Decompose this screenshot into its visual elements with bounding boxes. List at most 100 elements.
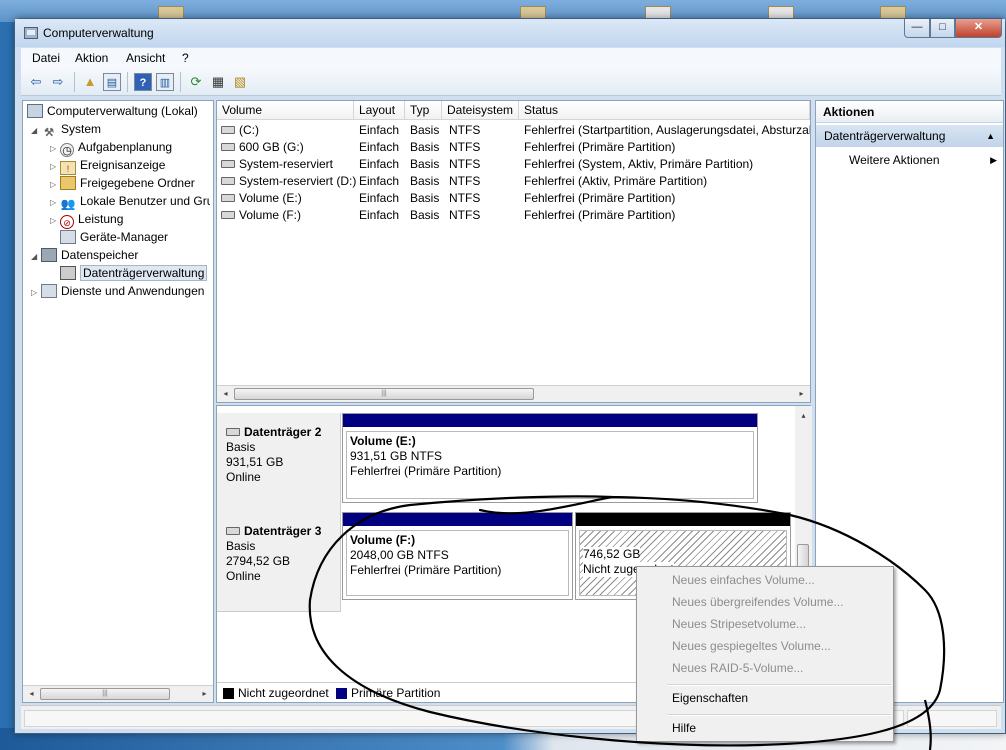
menu-help[interactable]: ? <box>182 51 189 65</box>
disk-icon <box>226 428 240 436</box>
table-row[interactable]: System-reserviert Einfach Basis NTFS Feh… <box>217 156 810 173</box>
tree-item-datenspeicher[interactable]: ◢ Datenspeicher <box>31 246 138 264</box>
scroll-right-icon[interactable]: ▸ <box>793 386 810 402</box>
tree-item-freigegebene-ordner[interactable]: ▷ Freigegebene Ordner <box>50 174 195 192</box>
menu-item-neues-einfaches-volume[interactable]: Neues einfaches Volume... <box>639 569 891 591</box>
tree-item-dienste[interactable]: ▷ Dienste und Anwendungen <box>31 282 211 300</box>
disk-info-datentraeger-2[interactable]: Datenträger 2 Basis 931,51 GB Online <box>217 413 341 513</box>
table-row[interactable]: 600 GB (G:) Einfach Basis NTFS Fehlerfre… <box>217 139 810 156</box>
properties-icon[interactable]: ▦ <box>209 73 227 91</box>
help-icon[interactable]: ? <box>134 73 152 91</box>
menu-separator <box>667 684 891 686</box>
column-header-dateisystem[interactable]: Dateisystem <box>442 101 519 120</box>
collapse-icon[interactable]: ◢ <box>31 122 41 140</box>
column-header-typ[interactable]: Typ <box>405 101 442 120</box>
title-bar[interactable]: Computerverwaltung — □ ✕ <box>15 19 1005 47</box>
column-header-status[interactable]: Status <box>519 101 810 120</box>
tree-item-leistung[interactable]: ▷ ⊘ Leistung <box>50 210 123 229</box>
tree-item-system[interactable]: ◢ ⚒ System <box>31 120 101 140</box>
tree-item-lokale-benutzer[interactable]: ▷👥Lokale Benutzer und Gruppen <box>50 192 210 210</box>
tree-item-geraete-manager[interactable]: Geräte-Manager <box>50 228 168 246</box>
menu-item-hilfe[interactable]: Hilfe <box>639 717 891 739</box>
refresh-icon[interactable]: ⟳ <box>187 73 205 91</box>
scroll-right-icon[interactable]: ▸ <box>196 686 213 702</box>
volume-list-horizontal-scrollbar[interactable]: ◂ ||| ▸ <box>217 385 810 402</box>
forward-arrow-icon[interactable]: ⇨ <box>49 73 67 91</box>
actions-section-datentraegerverwaltung[interactable]: Datenträgerverwaltung ▲ <box>816 125 1003 147</box>
scrollbar-thumb[interactable]: ||| <box>40 688 170 700</box>
legend-swatch-unallocated <box>223 688 234 699</box>
event-viewer-icon: ! <box>60 161 76 175</box>
collapse-icon[interactable]: ◢ <box>31 248 41 266</box>
show-hide-action-pane-icon[interactable]: ▥ <box>156 73 174 91</box>
menu-bar: Datei Aktion Ansicht ? <box>21 48 1001 68</box>
disk-info-datentraeger-3[interactable]: Datenträger 3 Basis 2794,52 GB Online <box>217 512 341 612</box>
tree-item-computerverwaltung[interactable]: Computerverwaltung (Lokal) <box>27 102 198 120</box>
primary-partition-bar <box>343 513 572 526</box>
legend-label-unallocated: Nicht zugeordnet <box>238 686 329 700</box>
minimize-button[interactable]: — <box>904 19 930 38</box>
tree-horizontal-scrollbar[interactable]: ◂ ||| ▸ <box>23 685 213 702</box>
menu-ansicht[interactable]: Ansicht <box>126 51 165 65</box>
toolbar-separator <box>127 72 128 92</box>
disk-row-datentraeger-2: Datenträger 2 Basis 931,51 GB Online Vol… <box>217 413 794 513</box>
disk-management-icon <box>60 266 76 280</box>
back-arrow-icon[interactable]: ⇦ <box>27 73 45 91</box>
close-button[interactable]: ✕ <box>955 19 1002 38</box>
column-header-volume[interactable]: Volume <box>217 101 354 120</box>
legend-label-primary: Primäre Partition <box>351 686 441 700</box>
drive-icon <box>221 177 235 185</box>
maximize-button[interactable]: □ <box>930 19 955 38</box>
services-icon <box>41 284 57 298</box>
device-manager-icon <box>60 230 76 244</box>
menu-item-eigenschaften[interactable]: Eigenschaften <box>639 687 891 709</box>
unallocated-bar <box>576 513 790 526</box>
table-row[interactable]: Volume (F:) Einfach Basis NTFS Fehlerfre… <box>217 207 810 224</box>
menu-item-neues-gespiegeltes-volume[interactable]: Neues gespiegeltes Volume... <box>639 635 891 657</box>
submenu-arrow-icon: ▶ <box>990 155 997 165</box>
column-header-layout[interactable]: Layout <box>354 101 405 120</box>
volume-list: Volume Layout Typ Dateisystem Status (C:… <box>216 100 811 403</box>
storage-icon <box>41 248 57 262</box>
menu-item-neues-raid5-volume[interactable]: Neues RAID-5-Volume... <box>639 657 891 679</box>
partition-volume-e[interactable]: Volume (E:) 931,51 GB NTFS Fehlerfrei (P… <box>342 413 758 503</box>
task-scheduler-icon: ◷ <box>60 143 74 157</box>
scrollbar-thumb[interactable]: ||| <box>234 388 534 400</box>
partition-volume-f[interactable]: Volume (F:) 2048,00 GB NTFS Fehlerfrei (… <box>342 512 573 600</box>
scroll-left-icon[interactable]: ◂ <box>217 386 234 402</box>
menu-item-neues-uebergreifendes-volume[interactable]: Neues übergreifendes Volume... <box>639 591 891 613</box>
table-row[interactable]: (C:) Einfach Basis NTFS Fehlerfrei (Star… <box>217 122 810 139</box>
table-row[interactable]: System-reserviert (D:) Einfach Basis NTF… <box>217 173 810 190</box>
drive-icon <box>221 143 235 151</box>
expand-icon[interactable]: ▷ <box>50 194 60 210</box>
scroll-up-icon[interactable]: ▴ <box>795 408 812 424</box>
toolbar-separator <box>74 72 75 92</box>
computer-management-icon <box>24 27 38 39</box>
tree-item-ereignisanzeige[interactable]: ▷! Ereignisanzeige <box>50 156 165 175</box>
users-icon: 👥 <box>60 197 76 210</box>
tree-item-aufgabenplanung[interactable]: ▷ ◷ Aufgabenplanung <box>50 138 172 157</box>
up-folder-icon[interactable]: ▲ <box>81 73 99 91</box>
navigation-tree: Computerverwaltung (Lokal) ◢ ⚒ System ▷ ◷ Au… <box>22 100 214 703</box>
show-hide-tree-icon[interactable]: ▤ <box>103 73 121 91</box>
toolbar: ⇦ ⇨ ▲ ▤ ? ▥ ⟳ ▦ ▧ <box>21 68 1001 96</box>
menu-aktion[interactable]: Aktion <box>75 51 108 65</box>
collapse-up-icon[interactable]: ▲ <box>986 125 995 147</box>
table-row[interactable]: Volume (E:) Einfach Basis NTFS Fehlerfre… <box>217 190 810 207</box>
shared-folder-icon <box>60 176 76 190</box>
export-icon[interactable]: ▧ <box>231 73 249 91</box>
primary-partition-bar <box>343 414 757 427</box>
scroll-left-icon[interactable]: ◂ <box>23 686 40 702</box>
menu-datei[interactable]: Datei <box>32 51 60 65</box>
context-menu: Neues einfaches Volume... Neues übergrei… <box>636 566 894 742</box>
drive-icon <box>221 211 235 219</box>
actions-header: Aktionen <box>816 101 1003 123</box>
menu-item-neues-stripesetvolume[interactable]: Neues Stripesetvolume... <box>639 613 891 635</box>
drive-icon <box>221 160 235 168</box>
expand-icon[interactable]: ▷ <box>31 284 41 300</box>
computer-icon <box>27 104 43 118</box>
performance-icon: ⊘ <box>60 215 74 229</box>
drive-icon <box>221 194 235 202</box>
action-weitere-aktionen[interactable]: Weitere Aktionen ▶ <box>816 150 1003 170</box>
tree-item-datentraegerverwaltung[interactable]: Datenträgerverwaltung <box>50 264 208 282</box>
